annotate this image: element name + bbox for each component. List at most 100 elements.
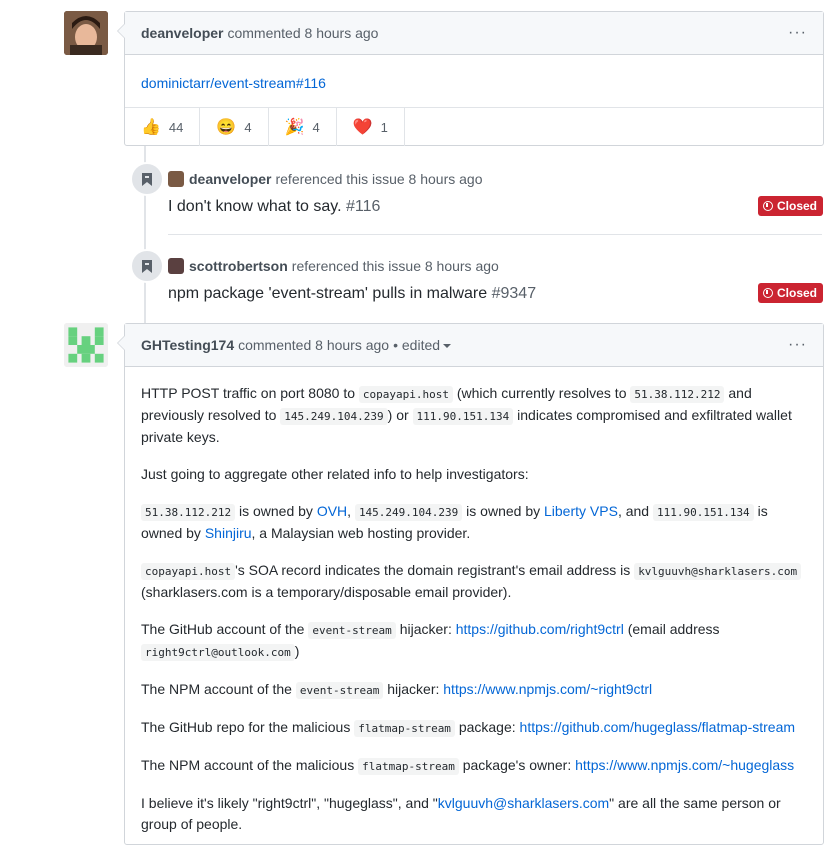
bookmark-icon [142, 172, 152, 186]
paragraph: HTTP POST traffic on port 8080 to copaya… [141, 383, 807, 448]
link-liberty-vps[interactable]: Liberty VPS [544, 503, 618, 519]
ref-meta[interactable]: referenced this issue 8 hours ago [292, 258, 499, 274]
reaction-heart[interactable]: ❤️ 1 [337, 108, 405, 146]
text: , [347, 503, 355, 519]
status-text: Closed [776, 286, 817, 300]
text: (sharklasers.com is a temporary/disposab… [141, 584, 512, 600]
comment-author[interactable]: GHTesting174 [141, 337, 234, 353]
ref-issue-title[interactable]: npm package 'event-stream' pulls in malw… [168, 285, 536, 303]
comment-2: GHTesting174 commented 8 hours ago • edi… [117, 323, 824, 845]
comment-header: deanveloper commented 8 hours ago ··· [125, 12, 823, 55]
text: ) or [387, 407, 413, 423]
caret-down-icon [443, 344, 452, 349]
paragraph: Just going to aggregate other related in… [141, 466, 529, 482]
inline-code: event-stream [295, 682, 384, 699]
paragraph: I believe it's likely "right9ctrl", "hug… [141, 793, 807, 835]
avatar[interactable] [64, 11, 108, 55]
text: is owned by [235, 503, 317, 519]
comment-meta[interactable]: commented 8 hours ago [227, 25, 378, 41]
text: package's owner: [458, 757, 576, 773]
reaction-hooray[interactable]: 🎉 4 [269, 108, 337, 146]
closed-icon [762, 288, 773, 298]
link-email[interactable]: kvlguuvh@sharklasers.com [438, 795, 609, 811]
ref-title-text[interactable]: I don't know what to say. [168, 198, 342, 215]
reaction-laugh[interactable]: 😄 4 [200, 108, 269, 146]
inline-code: 51.38.112.212 [630, 386, 725, 403]
status-text: Closed [776, 199, 817, 213]
comment-body: dominictarr/event-stream#116 [125, 55, 823, 107]
text: ) [294, 643, 300, 659]
text: hijacker: [395, 621, 456, 637]
ref-issue-title[interactable]: I don't know what to say. #116 [168, 198, 380, 216]
reaction-count: 44 [168, 119, 184, 135]
avatar[interactable] [168, 171, 184, 187]
edited-label: • edited [393, 337, 441, 353]
ref-author[interactable]: deanveloper [189, 171, 271, 187]
reaction-thumbs-up[interactable]: 👍 44 [125, 108, 201, 146]
bookmark-icon [142, 259, 152, 273]
text: The GitHub account of the [141, 621, 309, 637]
divider [168, 234, 822, 235]
text: I believe it's likely "right9ctrl", "hug… [141, 795, 438, 811]
reaction-count: 1 [380, 119, 388, 135]
inline-code: right9ctrl@outlook.com [141, 644, 295, 661]
bookmark-badge [130, 249, 164, 283]
reference-event: scottrobertson referenced this issue 8 h… [168, 258, 499, 274]
comment-1: deanveloper commented 8 hours ago ··· do… [117, 11, 824, 146]
text: (email address [623, 621, 720, 637]
text: HTTP POST traffic on port 8080 to [141, 385, 359, 401]
ref-meta[interactable]: referenced this issue 8 hours ago [275, 171, 482, 187]
link-npm-right9ctrl[interactable]: https://www.npmjs.com/~right9ctrl [443, 681, 652, 697]
status-badge: Closed [757, 196, 823, 216]
link-npm-hugeglass[interactable]: https://www.npmjs.com/~hugeglass [575, 757, 794, 773]
text: , and [617, 503, 653, 519]
reaction-count: 4 [244, 119, 252, 135]
bookmark-badge [130, 162, 164, 196]
inline-code: flatmap-stream [354, 720, 455, 737]
ref-author[interactable]: scottrobertson [189, 258, 288, 274]
more-options-icon[interactable]: ··· [788, 24, 807, 42]
inline-code: 51.38.112.212 [141, 504, 236, 521]
link-ovh[interactable]: OVH [317, 503, 347, 519]
paragraph: The NPM account of the event-stream hija… [141, 679, 807, 701]
issue-link[interactable]: dominictarr/event-stream#116 [141, 75, 326, 91]
ref-issue-number[interactable]: #9347 [492, 285, 537, 302]
comment-header: GHTesting174 commented 8 hours ago • edi… [125, 324, 823, 367]
inline-code: 111.90.151.134 [412, 408, 514, 425]
text: The NPM account of the malicious [141, 757, 359, 773]
edited-dropdown[interactable]: • edited [393, 337, 452, 353]
inline-code: kvlguuvh@sharklasers.com [634, 563, 802, 580]
reactions-bar: 👍 44 😄 4 🎉 4 ❤️ 1 [125, 107, 823, 146]
avatar[interactable] [64, 323, 108, 367]
ref-title-text[interactable]: npm package 'event-stream' pulls in malw… [168, 285, 487, 302]
comment-author[interactable]: deanveloper [141, 25, 223, 41]
link-shinjiru[interactable]: Shinjiru [205, 525, 252, 541]
text: The NPM account of the [141, 681, 296, 697]
link-github-flatmap-stream[interactable]: https://github.com/hugeglass/flatmap-str… [520, 719, 795, 735]
text: (which currently resolves to [452, 385, 631, 401]
inline-code: 145.249.104.239 [280, 408, 388, 425]
paragraph: The NPM account of the malicious flatmap… [141, 755, 807, 777]
text: 's SOA record indicates the domain regis… [235, 562, 635, 578]
inline-code: copayapi.host [141, 563, 236, 580]
ref-issue-number[interactable]: #116 [346, 198, 380, 215]
comment-meta[interactable]: commented 8 hours ago [238, 337, 389, 353]
paragraph: copayapi.host's SOA record indicates the… [141, 560, 807, 603]
paragraph: 51.38.112.212 is owned by OVH, 145.249.1… [141, 501, 807, 544]
link-github-right9ctrl[interactable]: https://github.com/right9ctrl [456, 621, 624, 637]
reaction-count: 4 [312, 119, 320, 135]
inline-code: 111.90.151.134 [652, 504, 754, 521]
text: The GitHub repo for the malicious [141, 719, 355, 735]
inline-code: event-stream [308, 622, 396, 639]
paragraph: The GitHub repo for the malicious flatma… [141, 717, 807, 739]
avatar[interactable] [168, 258, 184, 274]
text: hijacker: [383, 681, 444, 697]
text: , a Malaysian web hosting provider. [251, 525, 471, 541]
paragraph: The GitHub account of the event-stream h… [141, 619, 807, 663]
closed-icon [762, 201, 773, 211]
more-options-icon[interactable]: ··· [788, 336, 807, 354]
status-badge: Closed [757, 283, 823, 303]
thumbs-up-icon: 👍 [141, 119, 161, 136]
hooray-icon: 🎉 [284, 119, 305, 136]
text: package: [454, 719, 520, 735]
